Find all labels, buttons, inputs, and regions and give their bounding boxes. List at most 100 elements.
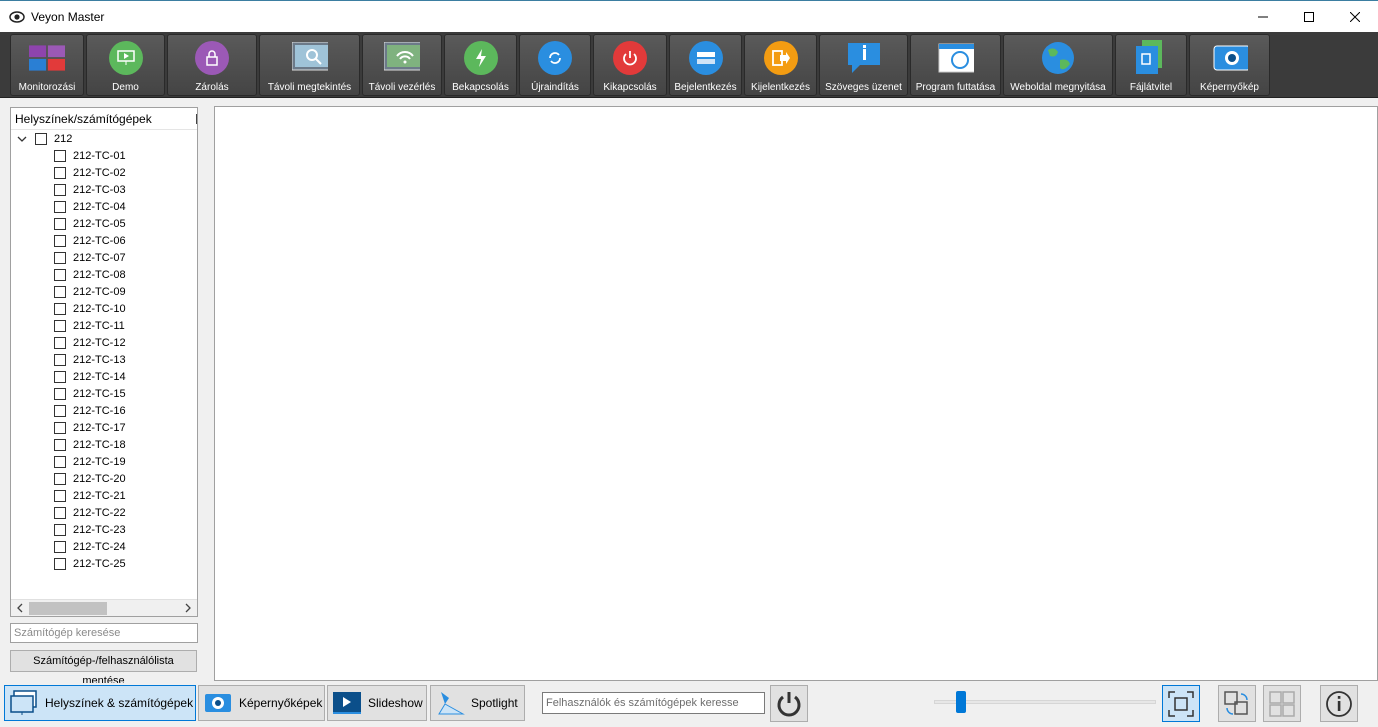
screenshot-button[interactable]: Képernyőkép [1189,34,1270,96]
computer-checkbox[interactable] [54,319,66,332]
open-website-icon [1040,40,1076,76]
computer-row[interactable]: 212-TC-07 [11,249,197,266]
computer-row[interactable]: 212-TC-25 [11,555,197,572]
computer-row[interactable]: 212-TC-10 [11,300,197,317]
computer-checkbox[interactable] [54,472,66,485]
tree-group-row[interactable]: 212 [11,130,197,147]
scroll-right-icon[interactable] [183,603,193,613]
scroll-left-icon[interactable] [15,603,25,613]
user-computer-search-input[interactable]: Felhasználók és számítógépek keresse [542,692,765,714]
chevron-down-icon[interactable] [17,135,27,143]
computer-row[interactable]: 212-TC-13 [11,351,197,368]
horizontal-scrollbar[interactable] [11,599,197,616]
computer-row[interactable]: 212-TC-15 [11,385,197,402]
swap-view-button[interactable] [1218,685,1256,722]
maximize-button[interactable] [1286,1,1332,33]
text-message-button[interactable]: Szöveges üzenet [819,34,908,96]
computer-checkbox[interactable] [54,200,66,213]
power-button[interactable] [770,685,808,722]
tab-spotlight[interactable]: Spotlight [430,685,525,721]
scrollbar-thumb[interactable] [29,602,107,615]
computer-checkbox[interactable] [54,285,66,298]
file-transfer-button[interactable]: Fájlátvitel [1115,34,1187,96]
computer-checkbox[interactable] [54,166,66,179]
computer-checkbox[interactable] [54,387,66,400]
computer-row[interactable]: 212-TC-06 [11,232,197,249]
computer-checkbox[interactable] [54,217,66,230]
remote-view-button[interactable]: Távoli megtekintés [259,34,360,96]
computer-checkbox[interactable] [54,149,66,162]
computer-row[interactable]: 212-TC-19 [11,453,197,470]
computer-row[interactable]: 212-TC-11 [11,317,197,334]
computer-search-input[interactable]: Számítógép keresése [10,623,198,643]
computer-row[interactable]: 212-TC-04 [11,198,197,215]
computer-checkbox[interactable] [54,421,66,434]
computer-monitoring-area[interactable] [214,106,1378,681]
computer-row[interactable]: 212-TC-18 [11,436,197,453]
run-program-button[interactable]: Program futtatása [910,34,1001,96]
computer-checkbox[interactable] [54,234,66,247]
computer-row[interactable]: 212-TC-09 [11,283,197,300]
power-down-button[interactable]: Kikapcsolás [593,34,667,96]
demo-button[interactable]: Demo [86,34,165,96]
computer-label: 212-TC-04 [73,200,126,213]
computer-row[interactable]: 212-TC-17 [11,419,197,436]
monitoring-button[interactable]: Monitorozási [10,34,84,96]
computer-checkbox[interactable] [54,251,66,264]
zoom-slider-track[interactable] [934,700,1156,704]
computer-checkbox[interactable] [54,268,66,281]
computer-label: 212-TC-14 [73,370,126,383]
computer-checkbox[interactable] [54,404,66,417]
zoom-slider-thumb[interactable] [956,691,966,713]
save-list-button[interactable]: Számítógép-/felhasználólista mentése [10,650,197,687]
computer-row[interactable]: 212-TC-03 [11,181,197,198]
computer-row[interactable]: 212-TC-05 [11,215,197,232]
remote-control-button[interactable]: Távoli vezérlés [362,34,442,96]
about-button[interactable] [1320,685,1358,722]
login-button[interactable]: Bejelentkezés [669,34,742,96]
computer-checkbox[interactable] [54,370,66,383]
text-message-icon [846,40,882,76]
computer-checkbox[interactable] [54,489,66,502]
tab-slideshow[interactable]: Slideshow [327,685,427,721]
computer-checkbox[interactable] [54,183,66,196]
computer-row[interactable]: 212-TC-08 [11,266,197,283]
computer-checkbox[interactable] [54,353,66,366]
computer-row[interactable]: 212-TC-21 [11,487,197,504]
minimize-button[interactable] [1240,1,1286,33]
slideshow-icon [332,689,362,717]
reboot-button[interactable]: Újraindítás [519,34,591,96]
computer-row[interactable]: 212-TC-22 [11,504,197,521]
computer-checkbox[interactable] [54,302,66,315]
logout-button[interactable]: Kijelentkezés [744,34,817,96]
computer-row[interactable]: 212-TC-20 [11,470,197,487]
lock-label: Zárolás [195,82,229,93]
open-website-button[interactable]: Weboldal megnyitása [1003,34,1113,96]
computer-label: 212-TC-21 [73,489,126,502]
auto-fit-button[interactable] [1162,685,1200,722]
power-on-label: Bekapcsolás [452,82,509,93]
computer-checkbox[interactable] [54,523,66,536]
tree-column-header[interactable]: Helyszínek/számítógépek [11,108,197,130]
close-button[interactable] [1332,1,1378,33]
computer-row[interactable]: 212-TC-14 [11,368,197,385]
computer-row[interactable]: 212-TC-23 [11,521,197,538]
grid-layout-button[interactable] [1263,685,1301,722]
computer-row[interactable]: 212-TC-02 [11,164,197,181]
computer-checkbox[interactable] [54,540,66,553]
computer-row[interactable]: 212-TC-24 [11,538,197,555]
power-on-button[interactable]: Bekapcsolás [444,34,517,96]
lock-button[interactable]: Zárolás [167,34,257,96]
tab-screenshots[interactable]: Képernyőképek [198,685,325,721]
computer-row[interactable]: 212-TC-12 [11,334,197,351]
computer-checkbox[interactable] [54,438,66,451]
group-checkbox[interactable] [35,132,47,145]
computer-row[interactable]: 212-TC-16 [11,402,197,419]
computer-checkbox[interactable] [54,557,66,570]
computer-row[interactable]: 212-TC-01 [11,147,197,164]
computer-checkbox[interactable] [54,455,66,468]
window-title: Veyon Master [31,9,105,24]
computer-checkbox[interactable] [54,336,66,349]
tab-locations-computers[interactable]: Helyszínek & számítógépek [4,685,196,721]
computer-checkbox[interactable] [54,506,66,519]
